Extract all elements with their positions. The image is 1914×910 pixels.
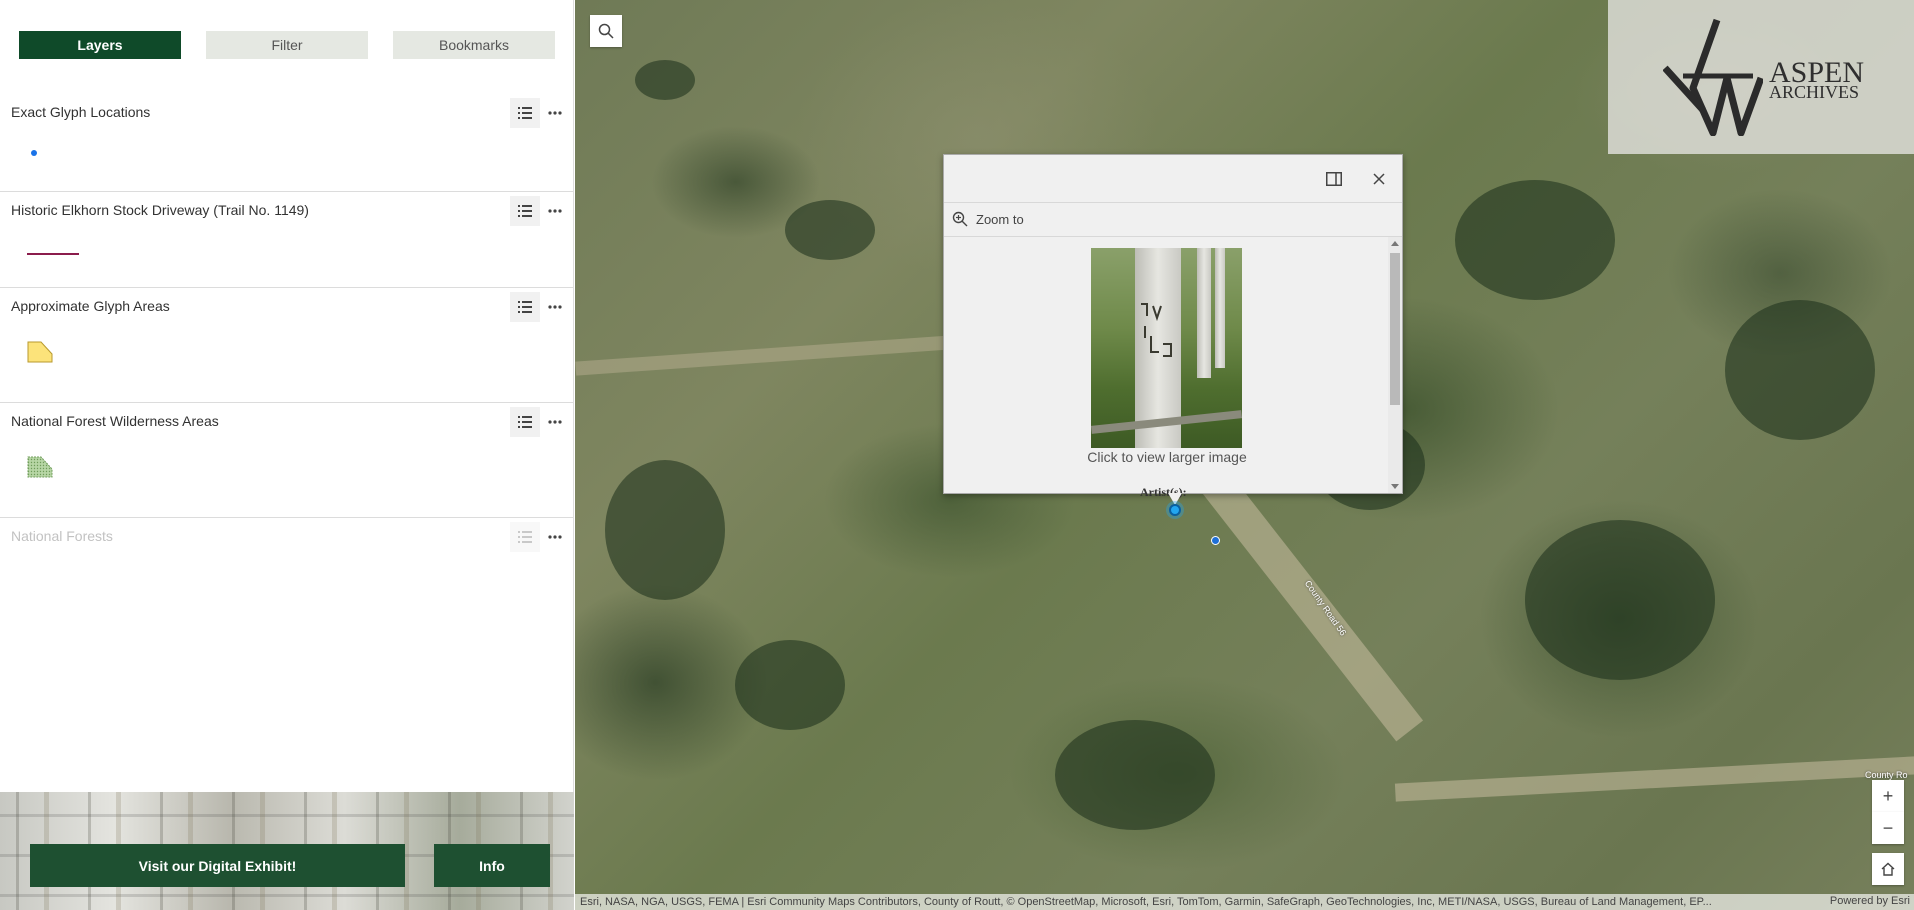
legend-point-swatch: [30, 144, 38, 162]
app-root: Layers Filter Bookmarks Exact Glyph Loca…: [0, 0, 1914, 910]
scroll-up-arrow[interactable]: [1391, 241, 1399, 246]
dock-icon: [1326, 172, 1342, 186]
layer-title: Historic Elkhorn Stock Driveway (Trail N…: [11, 202, 309, 218]
aspen-archives-logo: ASPEN ARCHIVES: [1608, 0, 1914, 154]
legend-list-icon[interactable]: [510, 196, 540, 226]
legend-list-icon[interactable]: [510, 407, 540, 437]
zoom-out-button[interactable]: −: [1872, 812, 1904, 844]
glyph-photo[interactable]: [1091, 248, 1242, 448]
layer-title: National Forests: [11, 528, 113, 544]
tab-bookmarks[interactable]: Bookmarks: [393, 31, 555, 59]
layer-title: Approximate Glyph Areas: [11, 298, 170, 314]
map-view[interactable]: ASPEN ARCHIVES Zoom to Click to view lar…: [575, 0, 1914, 910]
search-icon: [598, 23, 614, 39]
legend-list-icon[interactable]: [510, 522, 540, 552]
close-button[interactable]: [1369, 169, 1389, 189]
legend-list-icon[interactable]: [510, 98, 540, 128]
popup-header: [944, 155, 1402, 203]
scroll-down-arrow[interactable]: [1391, 484, 1399, 489]
legend-polygon-swatch: [27, 340, 53, 369]
side-panel: Layers Filter Bookmarks Exact Glyph Loca…: [0, 0, 574, 910]
layer-title: Exact Glyph Locations: [11, 104, 151, 120]
aspen-archives-logo-mark: [1663, 18, 1763, 136]
map-tree-cluster: [735, 640, 845, 730]
layer-item-exact-glyph-locations[interactable]: Exact Glyph Locations: [0, 95, 574, 192]
home-button[interactable]: [1872, 853, 1904, 885]
search-button[interactable]: [590, 15, 622, 47]
aspen-banner-strip: Visit our Digital Exhibit! Info: [0, 792, 574, 910]
powered-by-esri[interactable]: Powered by Esri: [1830, 895, 1910, 907]
ellipsis-icon[interactable]: [540, 196, 570, 226]
legend-line-swatch: [27, 243, 79, 261]
map-tree-cluster: [1455, 180, 1615, 300]
close-icon: [1373, 173, 1385, 185]
map-attribution: Esri, NASA, NGA, USGS, FEMA | Esri Commu…: [575, 894, 1914, 910]
ellipsis-icon[interactable]: [540, 522, 570, 552]
photo-caption: Click to view larger image: [1087, 449, 1247, 465]
road-label: County Ro: [1865, 770, 1908, 780]
map-road: [1394, 756, 1914, 802]
zoom-in-magnifier-icon: [952, 211, 968, 227]
zoom-to-label: Zoom to: [976, 211, 1024, 227]
popup-divider: [944, 236, 1402, 237]
ellipsis-icon[interactable]: [540, 407, 570, 437]
layer-item-approximate-glyph-areas[interactable]: Approximate Glyph Areas: [0, 289, 574, 403]
photo-aspen-trunk: [1215, 248, 1225, 368]
layer-item-national-forests[interactable]: National Forests: [0, 519, 574, 569]
layer-item-historic-elkhorn-stock-driveway[interactable]: Historic Elkhorn Stock Driveway (Trail N…: [0, 193, 574, 288]
visit-digital-exhibit-button[interactable]: Visit our Digital Exhibit!: [30, 844, 405, 887]
zoom-in-button[interactable]: +: [1872, 780, 1904, 812]
popup-scrollbar[interactable]: [1388, 237, 1402, 493]
logo-text-archives: ARCHIVES: [1769, 82, 1860, 102]
map-tree-cluster: [785, 200, 875, 260]
attribution-text: Esri, NASA, NGA, USGS, FEMA | Esri Commu…: [580, 896, 1712, 908]
plus-icon: +: [1882, 786, 1894, 806]
photo-carving: [1141, 303, 1172, 357]
ellipsis-icon[interactable]: [540, 98, 570, 128]
ellipsis-icon[interactable]: [540, 292, 570, 322]
zoom-to-action[interactable]: Zoom to: [952, 211, 1024, 227]
tab-layers[interactable]: Layers: [19, 31, 181, 59]
info-button[interactable]: Info: [434, 844, 550, 887]
layer-item-national-forest-wilderness-areas[interactable]: National Forest Wilderness Areas: [0, 404, 574, 518]
map-tree-cluster: [605, 460, 725, 600]
map-tree-cluster: [1725, 300, 1875, 440]
photo-aspen-trunk: [1197, 248, 1211, 378]
glyph-marker[interactable]: [1211, 536, 1220, 545]
layer-title: National Forest Wilderness Areas: [11, 413, 219, 429]
minus-icon: −: [1882, 818, 1894, 838]
legend-hatched-polygon-swatch: [27, 455, 53, 484]
home-icon: [1881, 862, 1895, 876]
legend-list-icon[interactable]: [510, 292, 540, 322]
map-tree-cluster: [1525, 520, 1715, 680]
scroll-thumb[interactable]: [1390, 253, 1400, 405]
feature-popup: Zoom to Click to view larger image Artis…: [943, 154, 1403, 499]
map-tree-cluster: [1055, 720, 1215, 830]
map-tree-cluster: [635, 60, 695, 100]
tab-filter[interactable]: Filter: [206, 31, 368, 59]
selected-glyph-marker[interactable]: [1169, 504, 1181, 516]
panel-tabs: Layers Filter Bookmarks: [19, 31, 556, 59]
dock-button[interactable]: [1324, 169, 1344, 189]
